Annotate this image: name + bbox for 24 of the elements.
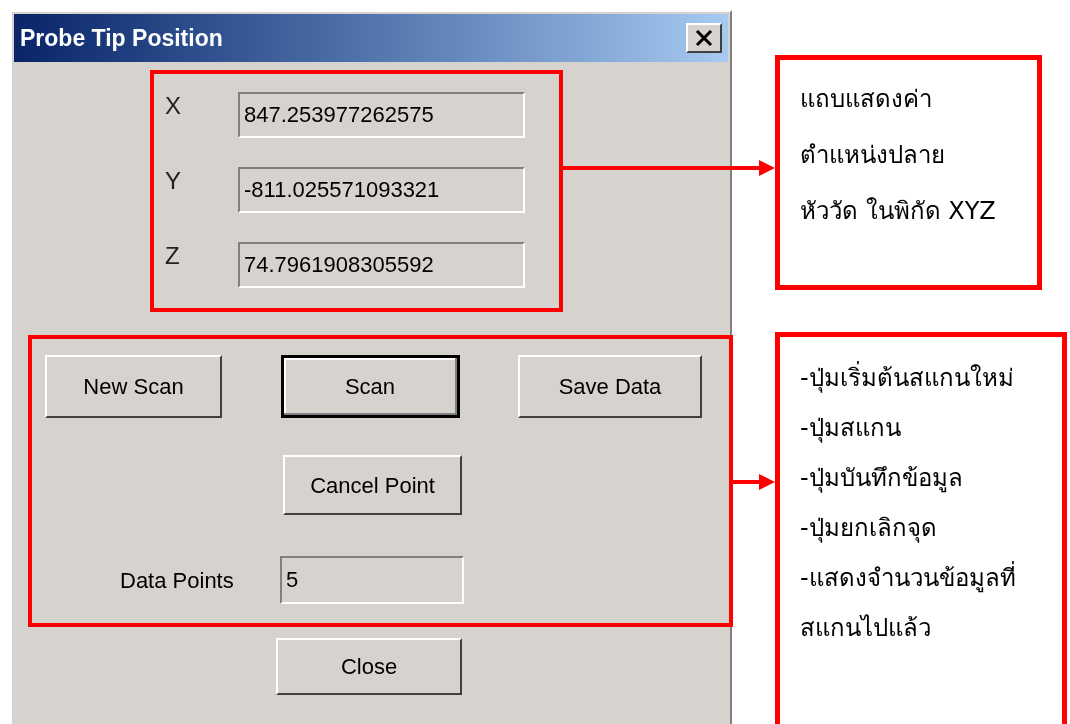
window-title: Probe Tip Position: [20, 23, 223, 53]
dialog-button[interactable]: Scan: [280, 355, 460, 418]
coordinate-field[interactable]: 847.253977262575: [238, 92, 525, 138]
annotation-text: แถบแสดงค่า: [800, 84, 933, 115]
annotation-text: -ปุ่มยกเลิกจุด: [800, 513, 938, 545]
dialog-button[interactable]: Save Data: [518, 355, 702, 418]
close-icon[interactable]: [686, 23, 722, 53]
coordinate-field[interactable]: -811.025571093321: [238, 167, 525, 213]
dialog-button[interactable]: New Scan: [45, 355, 222, 418]
axis-label: X: [165, 92, 182, 118]
data-points-field[interactable]: 5: [280, 556, 464, 604]
axis-label: Y: [165, 167, 182, 193]
annotation-text: หัววัด ในพิกัด XYZ: [800, 196, 997, 227]
annotation-text: -ปุ่มสแกน: [800, 413, 902, 445]
annotation-text: -ปุ่มบันทึกข้อมูล: [800, 463, 964, 495]
annotation-text: สแกนไปแล้ว: [800, 613, 932, 644]
close-button[interactable]: Close: [276, 638, 462, 695]
annotation-text: -ปุ่มเริ่มต้นสแกนใหม่: [800, 361, 1062, 395]
cancel-point-button[interactable]: Cancel Point: [283, 455, 462, 515]
annotation-text: ตำแหน่งปลาย: [800, 140, 946, 171]
data-points-label: Data Points: [120, 566, 235, 595]
annotation-text: -แสดงจำนวนข้อมูลที่: [800, 561, 1062, 595]
coordinate-field[interactable]: 74.7961908305592: [238, 242, 525, 288]
axis-label: Z: [165, 242, 181, 268]
